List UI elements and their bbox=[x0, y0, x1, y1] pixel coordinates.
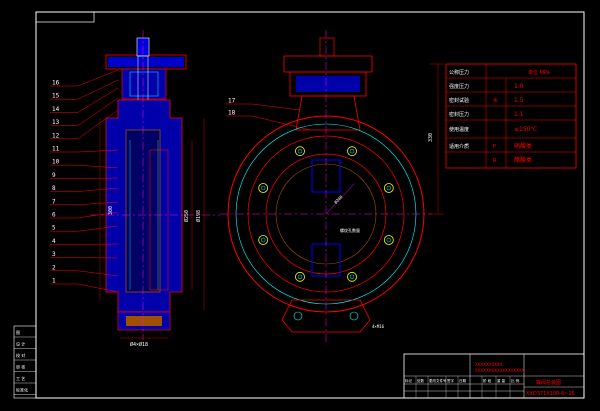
spec-row-mid: 水 bbox=[493, 97, 498, 104]
balloon-left-5: 5 bbox=[52, 225, 56, 232]
company-line2: XXXXXXXXXXXXXXXXXX bbox=[475, 368, 525, 373]
balloon-left-15: 15 bbox=[52, 93, 60, 100]
spec-row-value: 硝酸类 bbox=[514, 142, 532, 150]
corner-tab bbox=[35, 11, 95, 23]
spec-row-label: 密封压力 bbox=[449, 111, 469, 118]
balloon-left-6: 6 bbox=[52, 212, 56, 219]
balloon-right-17: 17 bbox=[228, 98, 236, 105]
spec-row-mid: P bbox=[493, 144, 496, 150]
dim-left-198: Ø198 bbox=[195, 210, 202, 222]
spec-row-mid: R bbox=[493, 158, 497, 164]
left-strip-labels: 图设 计校 对审 核工 艺标准化 bbox=[14, 329, 36, 395]
bolt-hole bbox=[383, 235, 394, 245]
tb-row-label: 日期 bbox=[459, 378, 467, 383]
bolt-hole bbox=[347, 271, 357, 282]
slot-note: 螺纹孔数量 bbox=[340, 227, 360, 233]
right-leader-lines: 1718 bbox=[226, 98, 311, 131]
bolt-hole bbox=[258, 235, 269, 245]
tb-stage-label: 重 量 bbox=[497, 378, 506, 383]
balloon-left-2: 2 bbox=[52, 264, 56, 271]
bolt-hole bbox=[347, 146, 357, 157]
spec-row-label: 强度压力 bbox=[449, 83, 469, 90]
dim-right-height: 330 bbox=[428, 133, 434, 142]
front-neck bbox=[295, 95, 361, 131]
strip-label: 审 核 bbox=[16, 364, 25, 370]
bolt-hole bbox=[383, 183, 394, 193]
balloon-left-14: 14 bbox=[52, 106, 60, 113]
balloon-left-3: 3 bbox=[52, 251, 56, 258]
balloon-left-13: 13 bbox=[52, 119, 60, 126]
stem-head bbox=[319, 37, 335, 57]
dia-note: Ø200 bbox=[333, 194, 344, 205]
title-block-stage-labels: 阶 段重 量比 例 bbox=[483, 378, 520, 383]
tb-stage-label: 阶 段 bbox=[483, 378, 492, 383]
spec-row-value: 1.5 bbox=[514, 97, 524, 104]
balloon-left-1: 1 bbox=[52, 278, 56, 285]
balloon-left-9: 9 bbox=[52, 172, 56, 179]
spec-row-label: 适用介质 bbox=[449, 143, 469, 150]
valve-assembly-drawing: 16151413121110987654321 1718 300 Ø250 Ø1… bbox=[13, 11, 585, 399]
lower-bearing bbox=[126, 316, 162, 326]
balloon-left-11: 11 bbox=[52, 146, 60, 153]
cad-drawing-canvas[interactable]: { "colors": { "background": "#000000", "… bbox=[0, 0, 600, 411]
spec-row-value: ≤150℃ bbox=[514, 126, 537, 133]
balloon-left-4: 4 bbox=[52, 238, 56, 245]
bolt-hole bbox=[258, 183, 269, 193]
balloon-left-16: 16 bbox=[52, 80, 60, 87]
spec-row-value: 1.1 bbox=[514, 111, 524, 118]
dim-bottom-width: Ø4×Ø18 bbox=[130, 341, 148, 348]
balloon-left-10: 10 bbox=[52, 159, 60, 166]
spec-row-value: 1.0 bbox=[514, 83, 524, 90]
upper-neck bbox=[121, 68, 167, 100]
strip-label: 标准化 bbox=[16, 387, 28, 393]
balloon-right-18: 18 bbox=[228, 110, 236, 117]
bolt-hole bbox=[295, 146, 305, 157]
spec-row-label: 使用温度 bbox=[449, 126, 469, 133]
tb-row-label: 签字 bbox=[447, 378, 455, 383]
title-block-row-labels: 标记 处数 更改文件号 签字 日期 bbox=[405, 378, 467, 383]
drawing-number: XXD371X10R-6~25 bbox=[526, 391, 575, 397]
bolt-hole bbox=[295, 271, 305, 282]
strip-label: 图 bbox=[16, 329, 20, 335]
balloon-left-12: 12 bbox=[52, 132, 60, 139]
actuator-plate bbox=[283, 55, 373, 73]
lower-note: 4×M16 bbox=[372, 324, 385, 329]
drawing-name: 蝶阀总装图 bbox=[536, 379, 561, 386]
spec-row-label: 密封试验 bbox=[449, 97, 469, 104]
balloon-left-7: 7 bbox=[52, 198, 56, 205]
spec-row-value: 醋酸类 bbox=[514, 156, 532, 164]
tb-row-label: 标记 bbox=[405, 378, 413, 383]
tb-row-label: 处数 bbox=[417, 378, 425, 383]
dim-left-300: 300 bbox=[108, 206, 114, 215]
tb-stage-label: 比 例 bbox=[511, 378, 520, 383]
top-flange-fill bbox=[108, 57, 184, 67]
strip-label: 校 对 bbox=[16, 352, 25, 358]
tb-row-label: 更改文件号 bbox=[429, 378, 447, 383]
spec-header-right: 单位 MPa bbox=[528, 69, 550, 76]
dim-left-250: Ø250 bbox=[183, 210, 190, 222]
front-view bbox=[220, 30, 444, 345]
balloon-left-8: 8 bbox=[52, 185, 56, 192]
strip-label: 设 计 bbox=[16, 341, 25, 347]
strip-label: 工 艺 bbox=[16, 376, 25, 381]
side-section-view bbox=[90, 30, 220, 340]
company-line1: XXXXXXXXXX bbox=[475, 362, 503, 367]
actuator-fill bbox=[296, 76, 360, 92]
spec-header-left: 公称压力 bbox=[449, 69, 469, 76]
